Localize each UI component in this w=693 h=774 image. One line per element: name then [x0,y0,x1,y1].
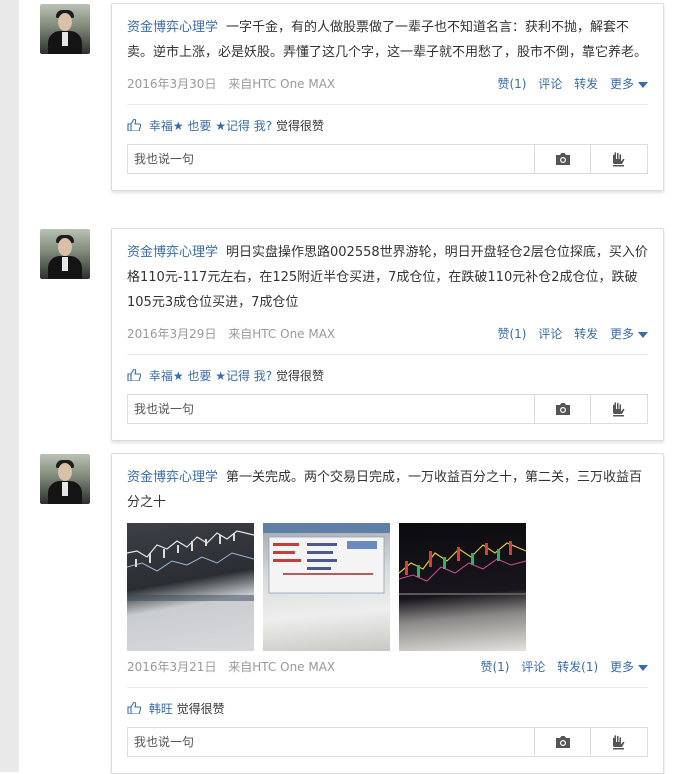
likes-suffix: 觉得很赞 [276,369,325,383]
post-image[interactable] [399,523,526,651]
avatar[interactable] [40,4,90,54]
more-button[interactable]: 更多 [610,660,648,674]
comment-box [127,727,648,757]
post-source: 来自HTC One MAX [228,327,336,341]
post-date[interactable]: 2016年3月29日 [127,327,216,341]
comment-input[interactable] [128,395,560,423]
avatar[interactable] [40,229,90,279]
likes-row: 韩旺 觉得很赞 [127,698,648,720]
forward-button[interactable]: 转发 [574,327,598,341]
author-link[interactable]: 资金博弈心理学 [127,245,218,260]
left-sidebar-strip [0,0,19,772]
comment-button[interactable]: 评论 [538,327,562,341]
comment-box [127,144,648,174]
post-image[interactable] [263,523,390,651]
stamp-button[interactable] [590,395,647,423]
camera-icon [556,153,570,165]
stamp-icon [613,735,625,750]
post-card: 资金博弈心理学 一字千金，有的人做股票做了一辈子也不知道名言：获利不抛，解套不卖。… [111,3,664,191]
stamp-icon [613,152,625,167]
stamp-button[interactable] [590,145,647,173]
thumbs-up-icon [127,702,141,714]
avatar[interactable] [40,454,90,504]
divider [127,687,648,688]
likes-row: 幸福★ 也要 ★记得 我? 觉得很赞 [127,115,648,137]
like-names[interactable]: 韩旺 [149,702,173,716]
post-meta: 2016年3月29日 来自HTC One MAX 赞(1) 评论 转发 更多 [127,320,648,348]
likes-suffix: 觉得很赞 [276,119,325,133]
post-date[interactable]: 2016年3月21日 [127,660,216,674]
post-meta: 2016年3月21日 来自HTC One MAX 赞(1) 评论 转发(1) 更… [127,653,648,681]
post-body: 资金博弈心理学 明日实盘操作思路002558世界游轮，明日开盘轻仓2层仓位探底，买… [112,229,663,315]
camera-icon [556,403,570,415]
comment-button[interactable]: 评论 [521,660,545,674]
like-names[interactable]: 幸福★ 也要 ★记得 我? [149,119,272,133]
comment-box [127,394,648,424]
like-button[interactable]: 赞(1) [497,327,526,341]
divider [127,104,648,105]
divider [127,354,648,355]
camera-button[interactable] [534,145,591,173]
post-card: 资金博弈心理学 明日实盘操作思路002558世界游轮，明日开盘轻仓2层仓位探底，买… [111,228,664,441]
post-source: 来自HTC One MAX [228,660,336,674]
post-source: 来自HTC One MAX [228,77,336,91]
post-date[interactable]: 2016年3月30日 [127,77,216,91]
more-button[interactable]: 更多 [610,327,648,341]
forward-button[interactable]: 转发 [574,77,598,91]
like-names[interactable]: 幸福★ 也要 ★记得 我? [149,369,272,383]
comment-button[interactable]: 评论 [538,77,562,91]
post-image[interactable] [127,523,254,651]
camera-button[interactable] [534,728,591,756]
like-button[interactable]: 赞(1) [480,660,509,674]
comment-input[interactable] [128,145,560,173]
likes-row: 幸福★ 也要 ★记得 我? 觉得很赞 [127,365,648,387]
post-body: 资金博弈心理学 一字千金，有的人做股票做了一辈子也不知道名言：获利不抛，解套不卖。… [112,4,663,65]
camera-icon [556,736,570,748]
post-card: 资金博弈心理学 第一关完成。两个交易日完成，一万收益百分之十，第二关，三万收益百分… [111,453,664,774]
stamp-button[interactable] [590,728,647,756]
post-body: 资金博弈心理学 第一关完成。两个交易日完成，一万收益百分之十，第二关，三万收益百分… [112,454,663,515]
author-link[interactable]: 资金博弈心理学 [127,20,218,35]
forward-button[interactable]: 转发(1) [557,660,598,674]
stamp-icon [613,402,625,417]
like-button[interactable]: 赞(1) [497,77,526,91]
likes-suffix: 觉得很赞 [176,702,225,716]
camera-button[interactable] [534,395,591,423]
comment-input[interactable] [128,728,560,756]
post-meta: 2016年3月30日 来自HTC One MAX 赞(1) 评论 转发 更多 [127,70,648,98]
more-button[interactable]: 更多 [610,77,648,91]
image-gallery [127,523,648,651]
author-link[interactable]: 资金博弈心理学 [127,470,218,485]
thumbs-up-icon [127,119,141,131]
thumbs-up-icon [127,369,141,381]
